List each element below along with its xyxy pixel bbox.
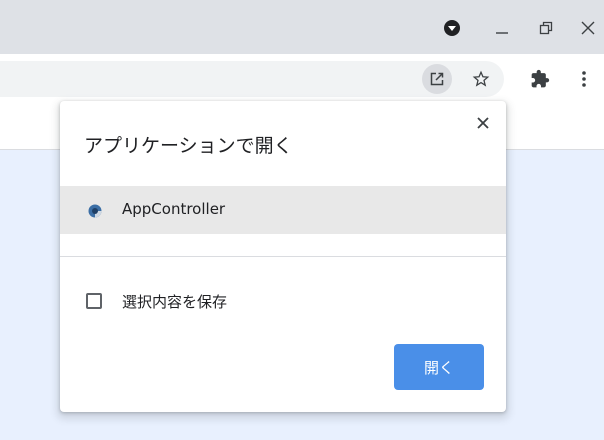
app-list-item-label: AppController xyxy=(122,200,226,218)
bookmark-star-icon[interactable] xyxy=(466,64,496,94)
open-in-app-icon[interactable] xyxy=(422,64,452,94)
app-list-item[interactable]: AppController xyxy=(60,186,506,234)
minimize-icon[interactable] xyxy=(491,17,513,39)
app-controller-icon xyxy=(88,203,102,218)
browser-toolbar xyxy=(0,54,604,103)
close-icon[interactable] xyxy=(472,112,494,134)
extensions-puzzle-icon[interactable] xyxy=(525,64,555,94)
profile-dot-icon[interactable] xyxy=(441,17,463,39)
remember-choice-label: 選択内容を保存 xyxy=(122,293,228,311)
browser-window: アプリケーションで開く AppController 選択内容を保存 開く xyxy=(0,0,604,440)
close-icon[interactable] xyxy=(577,17,599,39)
restore-icon[interactable] xyxy=(535,17,557,39)
title-bar xyxy=(0,0,604,54)
open-with-app-dialog: アプリケーションで開く AppController 選択内容を保存 開く xyxy=(60,101,506,412)
open-button[interactable]: 開く xyxy=(394,344,484,390)
dialog-title: アプリケーションで開く xyxy=(84,135,293,157)
divider xyxy=(60,256,506,257)
more-vert-icon[interactable] xyxy=(569,64,599,94)
remember-choice-checkbox[interactable] xyxy=(86,293,102,309)
